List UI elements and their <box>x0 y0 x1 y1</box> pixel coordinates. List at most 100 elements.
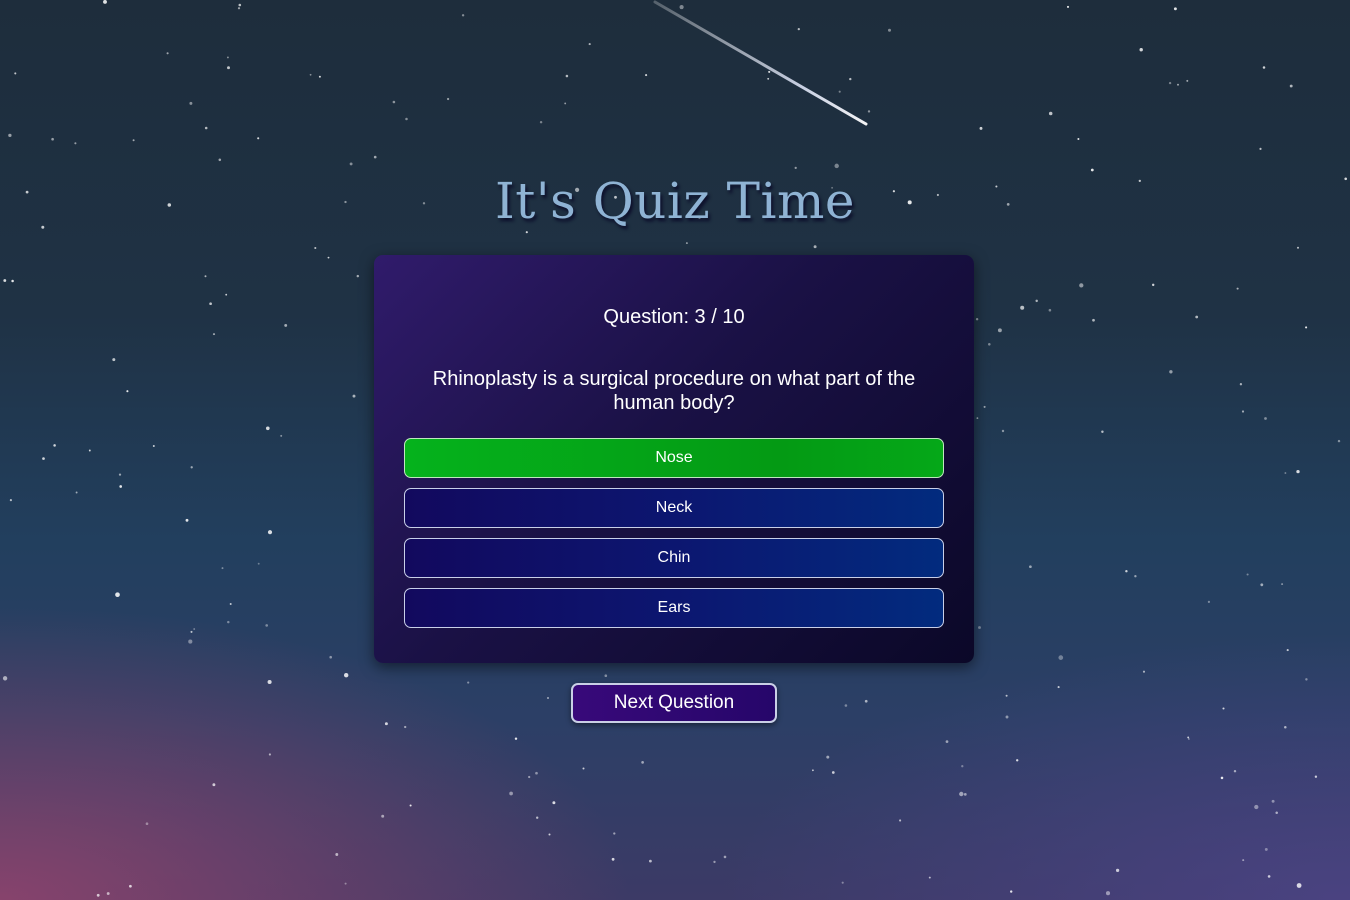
star <box>1057 686 1060 689</box>
star <box>132 139 135 142</box>
star <box>74 142 77 145</box>
star <box>265 624 269 627</box>
answer-list: Nose Neck Chin Ears <box>404 438 944 638</box>
star <box>864 699 868 703</box>
answer-button-neck[interactable]: Neck <box>404 488 944 528</box>
star <box>997 328 1002 333</box>
star <box>613 832 616 835</box>
star <box>813 245 817 249</box>
star <box>265 426 270 431</box>
star <box>979 126 983 130</box>
star <box>1079 283 1084 288</box>
star <box>645 74 648 77</box>
star <box>349 162 353 166</box>
star <box>227 620 230 624</box>
star <box>713 860 716 864</box>
star <box>1305 326 1308 329</box>
star <box>1020 305 1025 310</box>
star <box>1169 370 1173 374</box>
star <box>959 791 964 797</box>
star <box>1267 875 1271 878</box>
star <box>1264 847 1268 851</box>
star <box>1242 859 1245 862</box>
star <box>204 126 208 130</box>
star <box>849 77 852 81</box>
star <box>1275 811 1278 815</box>
star <box>112 358 116 362</box>
star <box>1101 430 1104 433</box>
star <box>1314 775 1318 778</box>
star <box>547 697 549 699</box>
star <box>190 630 193 633</box>
star <box>309 73 312 76</box>
star <box>9 499 12 502</box>
star <box>1264 417 1267 420</box>
star <box>267 530 273 535</box>
next-question-button[interactable]: Next Question <box>571 683 777 723</box>
star <box>1296 883 1302 888</box>
star <box>257 137 260 140</box>
star <box>405 117 408 121</box>
star <box>988 343 991 346</box>
star <box>1186 79 1189 82</box>
star <box>844 704 848 707</box>
star <box>978 626 981 629</box>
star <box>604 674 608 677</box>
star <box>218 158 222 162</box>
star <box>1125 569 1128 573</box>
star <box>284 323 288 327</box>
star <box>1262 66 1266 69</box>
star <box>75 491 78 494</box>
star <box>975 317 979 321</box>
star <box>1296 469 1300 474</box>
answer-button-nose[interactable]: Nose <box>404 438 944 478</box>
star <box>888 28 891 32</box>
star <box>1048 308 1052 312</box>
star <box>1254 804 1259 810</box>
star <box>528 775 531 779</box>
star <box>51 137 54 141</box>
star <box>928 876 931 879</box>
star <box>1284 725 1287 729</box>
star <box>797 27 800 31</box>
star <box>812 769 814 772</box>
star <box>1241 410 1245 413</box>
star <box>1173 7 1177 11</box>
quiz-card: Question: 3 / 10 Rhinoplasty is a surgic… <box>374 255 974 663</box>
star <box>3 279 7 282</box>
answer-button-chin[interactable]: Chin <box>404 538 944 578</box>
star <box>115 592 120 598</box>
star <box>535 771 538 775</box>
star <box>190 466 193 469</box>
star <box>118 473 122 476</box>
star <box>8 133 12 138</box>
star <box>841 881 844 884</box>
star <box>1177 83 1179 86</box>
star <box>552 801 556 805</box>
star <box>314 246 317 250</box>
star <box>166 52 169 55</box>
star <box>373 155 377 159</box>
star <box>1271 799 1275 803</box>
star <box>1105 891 1111 896</box>
star <box>1337 439 1341 443</box>
answer-button-ears[interactable]: Ears <box>404 588 944 628</box>
star <box>221 567 224 570</box>
star <box>1297 246 1299 249</box>
star <box>1151 283 1155 287</box>
star <box>344 882 347 885</box>
star <box>119 485 123 488</box>
star <box>318 75 321 78</box>
star <box>685 242 688 245</box>
star <box>768 70 771 73</box>
question-counter: Question: 3 / 10 <box>603 306 745 328</box>
star <box>42 457 45 460</box>
star <box>344 673 349 678</box>
star <box>1092 318 1095 322</box>
star <box>1289 84 1293 88</box>
star <box>611 857 615 861</box>
star <box>1188 738 1190 740</box>
star <box>188 639 193 644</box>
star <box>1284 472 1287 474</box>
star <box>509 791 513 796</box>
